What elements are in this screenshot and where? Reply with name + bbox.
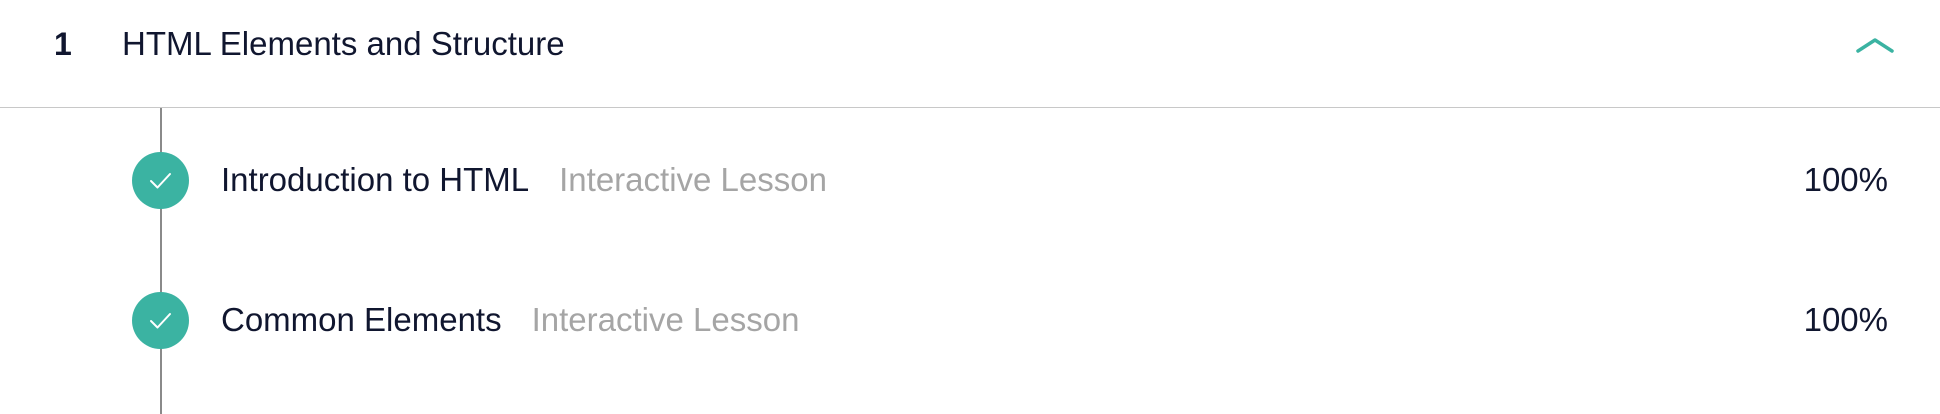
module-header[interactable]: 1 HTML Elements and Structure [0,0,1940,108]
check-icon [132,292,189,349]
lesson-title-line: Introduction to HTML Interactive Lesson [221,158,827,202]
lesson-progress: 100% [1803,301,1888,338]
chevron-up-icon[interactable] [1850,26,1900,66]
lesson-row-common-elements[interactable]: Common Elements Interactive Lesson 100% [0,276,1940,366]
module-number: 1 [54,26,72,62]
lesson-row-introduction-to-html[interactable]: Introduction to HTML Interactive Lesson 1… [0,136,1940,226]
lesson-type: Interactive Lesson [559,161,827,198]
check-icon [132,152,189,209]
syllabus-module: 1 HTML Elements and Structure Introducti… [0,0,1940,414]
lesson-type: Interactive Lesson [531,301,800,338]
lesson-progress: 100% [1803,161,1888,198]
lesson-title: Common Elements [221,301,502,338]
module-title: HTML Elements and Structure [122,25,565,62]
lesson-title: Introduction to HTML [221,161,530,198]
lesson-title-line: Common Elements Interactive Lesson [221,298,799,342]
